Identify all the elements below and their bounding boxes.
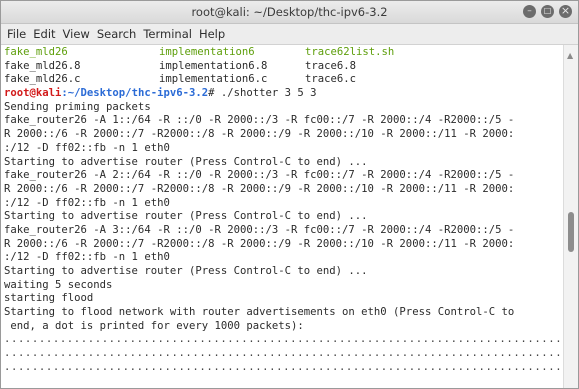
output-line: fake_router26 -A 2::/64 -R ::/0 -R 2000:… <box>4 169 515 182</box>
menu-terminal[interactable]: Terminal <box>143 27 192 41</box>
scrollbar-thumb[interactable] <box>568 212 574 252</box>
output-line: fake_router26 -A 3::/64 -R ::/0 -R 2000:… <box>4 223 515 236</box>
output-line: Starting to advertise router (Press Cont… <box>4 210 368 223</box>
menu-bar: File Edit View Search Terminal Help <box>1 24 578 45</box>
menu-search[interactable]: Search <box>97 27 137 41</box>
file-name: trace6.c <box>305 73 357 86</box>
file-name: fake_mld26 <box>4 46 68 58</box>
listing-row: fake_mld26.c implementation6.c trace6.c <box>4 73 560 87</box>
file-name: fake_mld26.8 <box>4 59 81 72</box>
command-prompt: root@kali:~/Desktop/thc-ipv6-3.2# ./shot… <box>4 87 560 101</box>
window-title: root@kali: ~/Desktop/thc-ipv6-3.2 <box>191 5 388 19</box>
file-name: trace6.8 <box>305 59 357 72</box>
listing-row: fake_mld26 implementation6 trace62list.sh <box>4 46 560 60</box>
output-line: starting flood <box>4 292 94 305</box>
output-line: Sending priming packets <box>4 100 151 113</box>
progress-dots: ........................................… <box>4 347 563 360</box>
output-line: Starting to advertise router (Press Cont… <box>4 265 368 277</box>
file-name: fake_mld26.c <box>4 73 81 86</box>
menu-help[interactable]: Help <box>199 27 225 41</box>
menu-view[interactable]: View <box>63 27 90 41</box>
output-line: R 2000::/6 -R 2000::/7 -R2000::/8 -R 200… <box>4 128 515 141</box>
output-line: R 2000::/6 -R 2000::/7 -R2000::/8 -R 200… <box>4 182 515 195</box>
menu-edit[interactable]: Edit <box>33 27 55 41</box>
file-name: implementation6.8 <box>159 59 268 72</box>
file-name: trace62list.sh <box>305 46 395 58</box>
minimize-icon[interactable] <box>523 4 536 18</box>
output-line: :/12 -D ff02::fb -n 1 eth0 <box>4 196 170 209</box>
output-line: R 2000::/6 -R 2000::/7 -R2000::/8 -R 200… <box>4 237 515 250</box>
output-line: Starting to advertise router (Press Cont… <box>4 155 368 168</box>
prompt-path: :~/Desktop/thc-ipv6-3.2 <box>61 87 209 100</box>
file-name: implementation6.c <box>159 73 268 86</box>
maximize-icon[interactable] <box>541 4 554 18</box>
output-line: waiting 5 seconds <box>4 278 113 291</box>
vertical-scrollbar[interactable]: ▲ <box>563 45 578 388</box>
progress-dots: ........................................… <box>4 360 563 373</box>
title-bar[interactable]: root@kali: ~/Desktop/thc-ipv6-3.2 <box>1 1 578 24</box>
terminal-window: root@kali: ~/Desktop/thc-ipv6-3.2 File E… <box>0 0 579 389</box>
menu-file[interactable]: File <box>7 27 26 41</box>
file-name: implementation6 <box>159 46 255 58</box>
prompt-command: ./shotter 3 5 3 <box>214 87 317 100</box>
scroll-up-icon[interactable]: ▲ <box>567 51 573 60</box>
output-line: :/12 -D ff02::fb -n 1 eth0 <box>4 251 170 264</box>
output-line: :/12 -D ff02::fb -n 1 eth0 <box>4 141 170 154</box>
prompt-user: root@kali <box>4 87 62 100</box>
progress-dots: ........................................… <box>4 333 563 346</box>
output-line: fake_router26 -A 1::/64 -R ::/0 -R 2000:… <box>4 114 515 127</box>
output-line: end, a dot is printed for every 1000 pac… <box>4 319 304 332</box>
listing-row: fake_mld26.8 implementation6.8 trace6.8 <box>4 60 560 74</box>
close-icon[interactable] <box>559 4 572 18</box>
terminal-output[interactable]: fake_mld26 implementation6 trace62list.sh … <box>1 45 564 388</box>
output-line: Starting to flood network with router ad… <box>4 306 515 319</box>
